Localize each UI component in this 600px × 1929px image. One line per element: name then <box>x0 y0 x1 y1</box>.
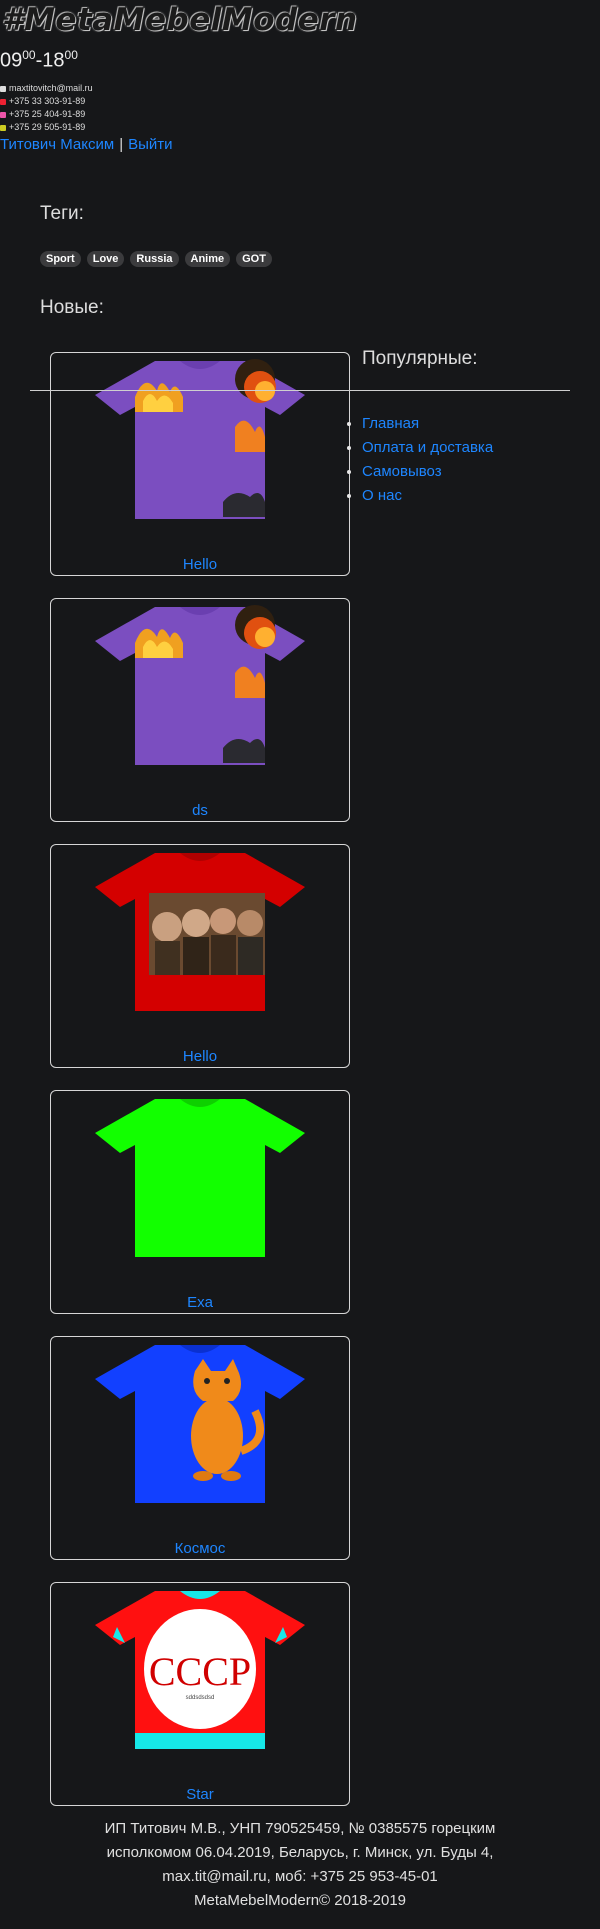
tag-russia[interactable]: Russia <box>130 251 179 267</box>
velcom-icon <box>0 124 6 131</box>
popular-heading: Популярные: <box>362 348 478 369</box>
mail-icon <box>0 85 6 92</box>
product-title[interactable]: Exa <box>51 1294 349 1311</box>
tags-heading: Теги: <box>40 203 84 224</box>
main-menu: Главная Оплата и доставка Самовывоз О на… <box>346 412 493 508</box>
footer-line-3: max.tit@mail.ru, моб: +375 25 953-45-01 <box>162 1868 438 1885</box>
site-logo[interactable]: #MetaMebelModern <box>2 2 358 38</box>
product-title[interactable]: Космос <box>51 1540 349 1557</box>
footer-line-4: MetaMebelModern© 2018-2019 <box>193 1892 406 1909</box>
menu-item-payment: Оплата и доставка <box>362 436 493 460</box>
menu-link-home[interactable]: Главная <box>362 415 419 432</box>
contact-phone-1: +375 33 303-91-89 <box>9 96 86 106</box>
menu-item-home: Главная <box>362 412 493 436</box>
product-card[interactable]: CCCP sddsdsdsd Star <box>50 1582 350 1806</box>
menu-link-about[interactable]: О нас <box>362 487 402 504</box>
tshirt-image: CCCP sddsdsdsd <box>95 1591 305 1749</box>
menu-item-pickup: Самовывоз <box>362 460 493 484</box>
tag-got[interactable]: GOT <box>236 251 272 267</box>
menu-item-about: О нас <box>362 484 493 508</box>
footer: ИП Титович М.В., УНП 790525459, № 038557… <box>0 1817 600 1913</box>
life-icon <box>0 111 6 118</box>
product-card[interactable]: ds <box>50 598 350 822</box>
divider-line <box>30 390 570 391</box>
product-card[interactable]: Hello <box>50 352 350 576</box>
cccp-subtext: sddsdsdsd <box>186 1695 215 1701</box>
tshirt-shape <box>95 1099 305 1257</box>
user-profile-link[interactable]: Титович Максим <box>0 136 114 153</box>
user-separator: | <box>119 136 124 153</box>
tshirt-image <box>95 1345 305 1503</box>
working-hours: 0900-1800 <box>0 48 78 73</box>
logout-link[interactable]: Выйти <box>128 136 172 153</box>
product-title[interactable]: Hello <box>51 556 349 573</box>
contact-phone-2: +375 25 404-91-89 <box>9 109 86 119</box>
menu-link-pickup[interactable]: Самовывоз <box>362 463 442 480</box>
tag-anime[interactable]: Anime <box>184 251 231 267</box>
product-title[interactable]: Hello <box>51 1048 349 1065</box>
tshirt-image <box>95 1099 305 1257</box>
hours-to-minutes: 00 <box>64 48 78 62</box>
tshirt-image <box>95 853 305 1011</box>
contacts: maxtitovitch@mail.ru +375 33 303-91-89 +… <box>0 82 93 134</box>
hours-from-minutes: 00 <box>22 48 36 62</box>
hours-from: 09 <box>0 49 23 72</box>
tshirt-image <box>95 605 305 765</box>
product-card[interactable]: Hello <box>50 844 350 1068</box>
cccp-text: CCCP <box>149 1649 251 1694</box>
product-card[interactable]: Космос <box>50 1336 350 1560</box>
user-bar: Титович Максим | Выйти <box>0 136 173 153</box>
menu-link-payment[interactable]: Оплата и доставка <box>362 439 493 456</box>
hours-to: 18 <box>42 49 65 72</box>
footer-line-1: ИП Титович М.В., УНП 790525459, № 038557… <box>104 1820 496 1837</box>
tag-list: Sport Love Russia Anime GOT <box>40 251 272 267</box>
footer-line-2: исполкомом 06.04.2019, Беларусь, г. Минс… <box>106 1844 494 1861</box>
product-title[interactable]: Star <box>51 1786 349 1803</box>
tag-sport[interactable]: Sport <box>40 251 81 267</box>
new-heading: Новые: <box>40 297 104 318</box>
contact-email: maxtitovitch@mail.ru <box>9 83 93 93</box>
tag-love[interactable]: Love <box>86 251 125 267</box>
product-title[interactable]: ds <box>51 802 349 819</box>
tshirt-image <box>95 359 305 519</box>
contact-phone-3: +375 29 505-91-89 <box>9 122 86 132</box>
product-card[interactable]: Exa <box>50 1090 350 1314</box>
mts-icon <box>0 98 6 105</box>
portraits-print <box>149 893 265 975</box>
